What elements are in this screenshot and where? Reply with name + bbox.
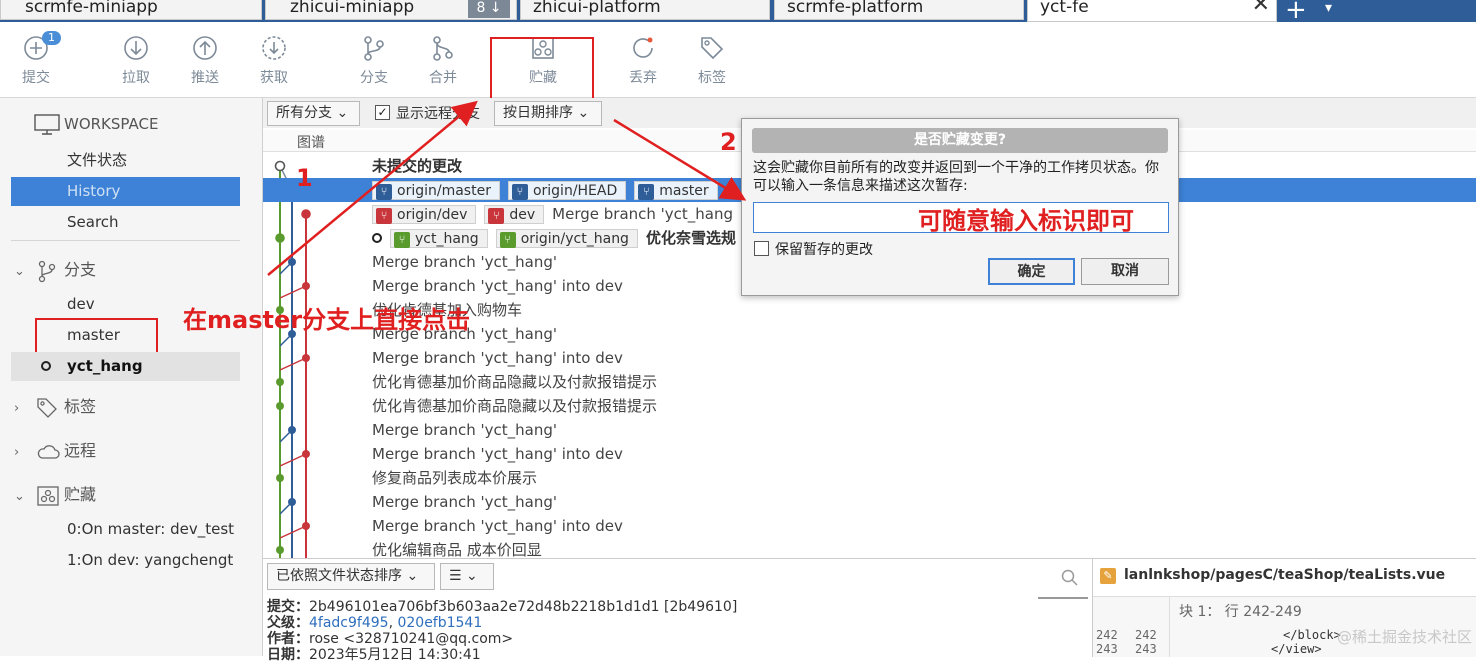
annotation-step-2: 2 [720,128,737,156]
annotation-step-1: 1 [296,164,313,192]
annotation-click-master: 在master分支上直接点击 [183,306,471,334]
annotation-input-hint: 可随意输入标识即可 [918,207,1134,235]
